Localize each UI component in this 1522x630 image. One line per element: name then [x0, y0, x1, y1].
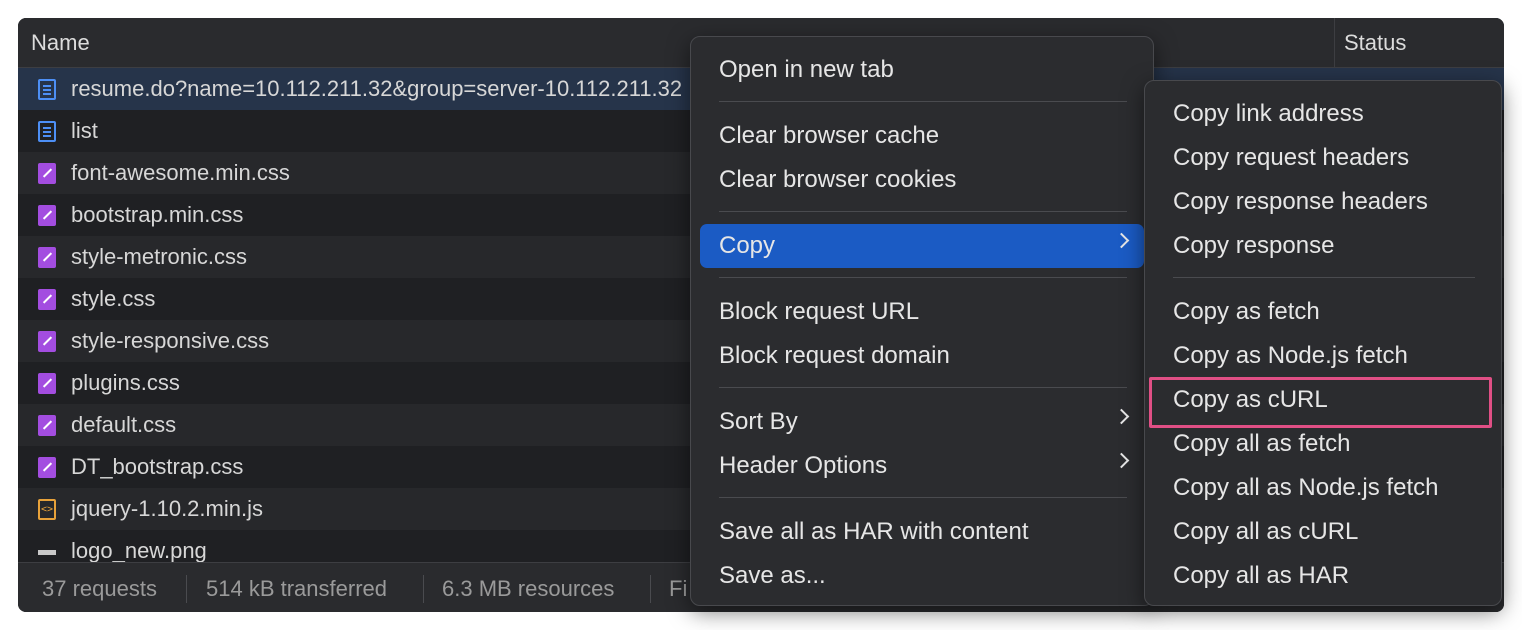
script-icon: <> [38, 499, 56, 520]
menu-item-copy-all-as-har[interactable]: Copy all as HAR [1145, 554, 1501, 598]
stylesheet-icon [38, 415, 56, 436]
menu-item-label: Copy all as fetch [1173, 430, 1351, 457]
menu-item-label: Copy all as Node.js fetch [1173, 474, 1439, 501]
menu-item-copy-response-headers[interactable]: Copy response headers [1145, 180, 1501, 224]
menu-item-copy-request-headers[interactable]: Copy request headers [1145, 136, 1501, 180]
request-name: default.css [71, 412, 177, 437]
menu-separator [1173, 277, 1475, 278]
divider [423, 575, 424, 603]
menu-item-block-url[interactable]: Block request URL [691, 290, 1153, 334]
menu-item-label: Header Options [719, 452, 888, 479]
image-icon [38, 550, 56, 555]
menu-item-label: Copy link address [1173, 100, 1364, 127]
resources-size: 6.3 MB resources [442, 576, 615, 601]
request-name: plugins.css [71, 370, 180, 395]
menu-item-label: Copy all as cURL [1173, 518, 1359, 545]
request-name: style-metronic.css [71, 244, 248, 269]
menu-item-open-new-tab[interactable]: Open in new tab [691, 48, 1153, 92]
request-name: logo_new.png [71, 538, 207, 562]
menu-item-label: Clear browser cache [719, 122, 940, 149]
menu-separator [719, 277, 1127, 278]
request-name: resume.do?name=10.112.211.32&group=serve… [71, 76, 683, 101]
menu-item-copy[interactable]: Copy [700, 224, 1144, 268]
menu-item-sort-by[interactable]: Sort By [691, 400, 1153, 444]
menu-item-label: Copy as fetch [1173, 298, 1320, 325]
stylesheet-icon [38, 247, 56, 268]
menu-item-header-options[interactable]: Header Options [691, 444, 1153, 488]
document-icon [38, 121, 56, 142]
context-menu: Open in new tab Clear browser cache Clea… [690, 36, 1154, 606]
chevron-right-icon [1113, 408, 1130, 425]
divider [186, 575, 187, 603]
menu-item-save-har[interactable]: Save all as HAR with content [691, 510, 1153, 554]
request-name: list [71, 118, 98, 143]
divider [650, 575, 651, 603]
menu-item-label: Block request URL [719, 298, 920, 325]
menu-item-label: Clear browser cookies [719, 166, 957, 193]
request-name: jquery-1.10.2.min.js [71, 496, 263, 521]
column-divider [1334, 18, 1335, 67]
menu-separator [719, 101, 1127, 102]
request-name: style-responsive.css [71, 328, 270, 353]
request-name: style.css [71, 286, 156, 311]
menu-item-block-domain[interactable]: Block request domain [691, 334, 1153, 378]
chevron-right-icon [1113, 452, 1130, 469]
finish-time: Fi [669, 576, 688, 601]
document-icon [38, 79, 56, 100]
column-header-status[interactable]: Status [1344, 30, 1406, 56]
stylesheet-icon [38, 457, 56, 478]
menu-item-label: Open in new tab [719, 56, 894, 83]
menu-separator [719, 387, 1127, 388]
stylesheet-icon [38, 331, 56, 352]
menu-separator [719, 497, 1127, 498]
request-count: 37 requests [42, 576, 157, 601]
menu-item-label: Block request domain [719, 342, 950, 369]
menu-item-label: Copy all as HAR [1173, 562, 1350, 589]
menu-item-label: Save all as HAR with content [719, 518, 1029, 545]
menu-item-label: Copy request headers [1173, 144, 1410, 171]
menu-item-save-as[interactable]: Save as... [691, 554, 1153, 598]
menu-item-copy-all-as-curl[interactable]: Copy all as cURL [1145, 510, 1501, 554]
menu-item-label: Copy response [1173, 232, 1335, 259]
menu-separator [719, 211, 1127, 212]
stylesheet-icon [38, 289, 56, 310]
menu-item-copy-all-as-node-fetch[interactable]: Copy all as Node.js fetch [1145, 466, 1501, 510]
menu-item-copy-all-as-fetch[interactable]: Copy all as fetch [1145, 422, 1501, 466]
annotation-highlight-box [1149, 377, 1492, 428]
menu-item-copy-response[interactable]: Copy response [1145, 224, 1501, 268]
column-header-name[interactable]: Name [31, 30, 90, 56]
request-name: bootstrap.min.css [71, 202, 244, 227]
menu-item-clear-cookies[interactable]: Clear browser cookies [691, 158, 1153, 202]
transferred-size: 514 kB transferred [206, 576, 387, 601]
chevron-right-icon [1113, 232, 1130, 249]
stylesheet-icon [38, 205, 56, 226]
menu-item-copy-link[interactable]: Copy link address [1145, 92, 1501, 136]
menu-item-copy-as-node-fetch[interactable]: Copy as Node.js fetch [1145, 334, 1501, 378]
stylesheet-icon [38, 163, 56, 184]
menu-item-copy-as-fetch[interactable]: Copy as fetch [1145, 290, 1501, 334]
menu-item-label: Sort By [719, 408, 798, 435]
copy-submenu: Copy link address Copy request headers C… [1144, 80, 1502, 606]
stylesheet-icon [38, 373, 56, 394]
menu-item-label: Copy [719, 232, 776, 259]
menu-item-label: Copy response headers [1173, 188, 1428, 215]
menu-item-clear-cache[interactable]: Clear browser cache [691, 114, 1153, 158]
menu-item-label: Copy as Node.js fetch [1173, 342, 1408, 369]
request-name: DT_bootstrap.css [71, 454, 244, 479]
request-name: font-awesome.min.css [71, 160, 290, 185]
menu-item-label: Save as... [719, 562, 826, 589]
